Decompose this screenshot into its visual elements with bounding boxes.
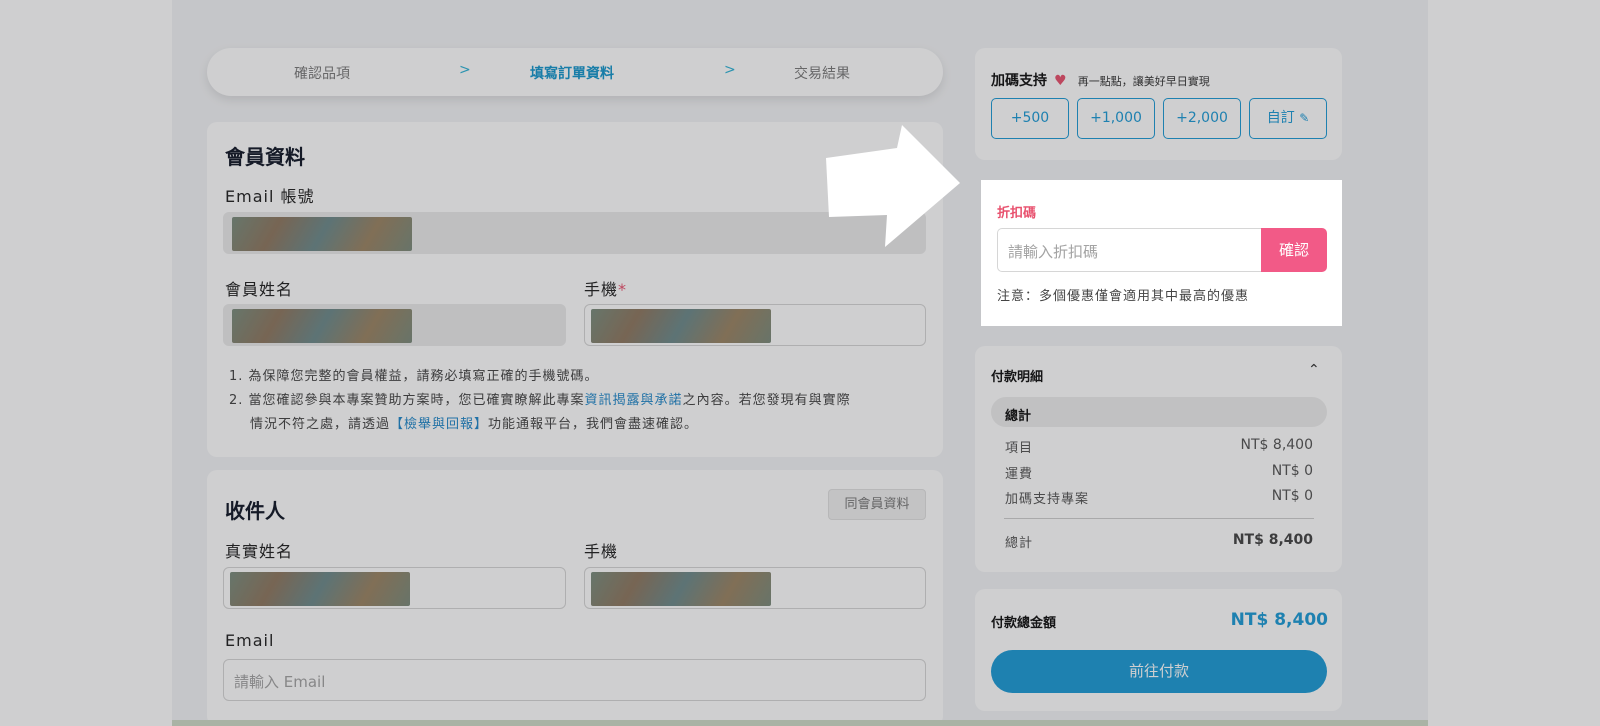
checkout-stepper: 確認品項 > 填寫訂單資料 > 交易結果	[207, 48, 943, 96]
pointer-arrow-icon	[826, 125, 960, 247]
row-shipping-label: 運費	[1005, 467, 1034, 482]
support-title: 加碼支持	[991, 73, 1047, 89]
support-subtitle: 再一點點，讓美好早日實現	[1077, 75, 1210, 88]
row-items-value: NT$ 8,400	[1240, 437, 1313, 453]
email-placeholder: 請輸入 Email	[234, 673, 326, 691]
disclosure-link[interactable]: 資訊揭露與承諾	[585, 393, 683, 408]
member-email-field	[223, 212, 926, 254]
member-phone-label: 手機*	[584, 280, 628, 299]
redacted-value	[591, 309, 771, 343]
recipient-phone-input[interactable]	[584, 567, 926, 609]
same-as-member-button[interactable]: 同會員資料	[828, 489, 926, 520]
coupon-placeholder: 請輸入折扣碼	[1008, 243, 1099, 261]
member-note-1: 1. 為保障您完整的會員權益，請務必填寫正確的手機號碼。	[229, 369, 599, 384]
coupon-label: 折扣碼	[997, 206, 1037, 221]
row-support-value: NT$ 0	[1271, 488, 1313, 504]
support-header: 加碼支持 ♥ 再一點點，讓美好早日實現	[991, 70, 1210, 90]
redacted-value	[591, 572, 771, 606]
custom-amount-button[interactable]: 自訂 ✎	[1249, 98, 1327, 139]
row-total-label: 總計	[1005, 536, 1034, 551]
total-header-pill	[991, 397, 1327, 427]
redacted-value	[230, 572, 410, 606]
total-divider	[1004, 518, 1314, 519]
member-name-field	[223, 304, 566, 346]
member-phone-input[interactable]	[584, 304, 926, 346]
chevron-right-icon: >	[459, 62, 471, 78]
total-header-label: 總計	[1005, 409, 1032, 424]
row-items-label: 項目	[1005, 441, 1034, 456]
required-mark: *	[618, 280, 628, 299]
report-link[interactable]: 【檢舉與回報】	[390, 417, 488, 432]
add-500-button[interactable]: +500	[991, 98, 1069, 139]
add-1000-button[interactable]: +1,000	[1077, 98, 1155, 139]
row-shipping-value: NT$ 0	[1271, 463, 1313, 479]
recipient-name-label: 真實姓名	[225, 542, 294, 561]
redacted-value	[232, 309, 412, 343]
bottom-strip	[172, 720, 1428, 726]
recipient-email-label: Email	[225, 631, 275, 650]
chevron-up-icon[interactable]: ⌃	[1308, 362, 1320, 378]
chevron-right-icon: >	[724, 62, 736, 78]
recipient-name-input[interactable]	[223, 567, 566, 609]
step-result[interactable]: 交易結果	[794, 63, 850, 83]
add-2000-button[interactable]: +2,000	[1163, 98, 1241, 139]
coupon-note: 注意：多個優惠僅會適用其中最高的優惠	[997, 289, 1250, 304]
row-total-value: NT$ 8,400	[1232, 532, 1313, 548]
recipient-phone-label: 手機	[584, 542, 619, 561]
member-section-title: 會員資料	[225, 145, 305, 169]
redacted-value	[232, 217, 412, 251]
member-note-2: 2. 當您確認參與本專案贊助方案時，您已確實瞭解此專案資訊揭露與承諾之內容。若您…	[229, 393, 851, 408]
proceed-to-pay-button[interactable]: 前往付款	[991, 650, 1327, 693]
step-confirm-items[interactable]: 確認品項	[294, 63, 350, 83]
coupon-confirm-button[interactable]: 確認	[1261, 228, 1327, 272]
recipient-email-input[interactable]: 請輸入 Email	[223, 659, 926, 701]
recipient-section-title: 收件人	[225, 499, 285, 523]
coupon-input[interactable]: 請輸入折扣碼	[997, 228, 1261, 272]
payment-detail-title: 付款明細	[991, 370, 1044, 385]
member-email-label: Email 帳號	[225, 187, 315, 206]
member-name-label: 會員姓名	[225, 280, 294, 299]
grand-total-label: 付款總金額	[991, 616, 1057, 631]
member-note-3: 情況不符之處，請透過【檢舉與回報】功能通報平台，我們會盡速確認。	[250, 417, 699, 432]
pencil-icon: ✎	[1299, 111, 1310, 125]
heart-icon: ♥	[1054, 73, 1067, 89]
step-fill-order[interactable]: 填寫訂單資料	[530, 63, 614, 83]
row-support-label: 加碼支持專案	[1005, 492, 1090, 507]
grand-total-value: NT$ 8,400	[1230, 610, 1328, 630]
